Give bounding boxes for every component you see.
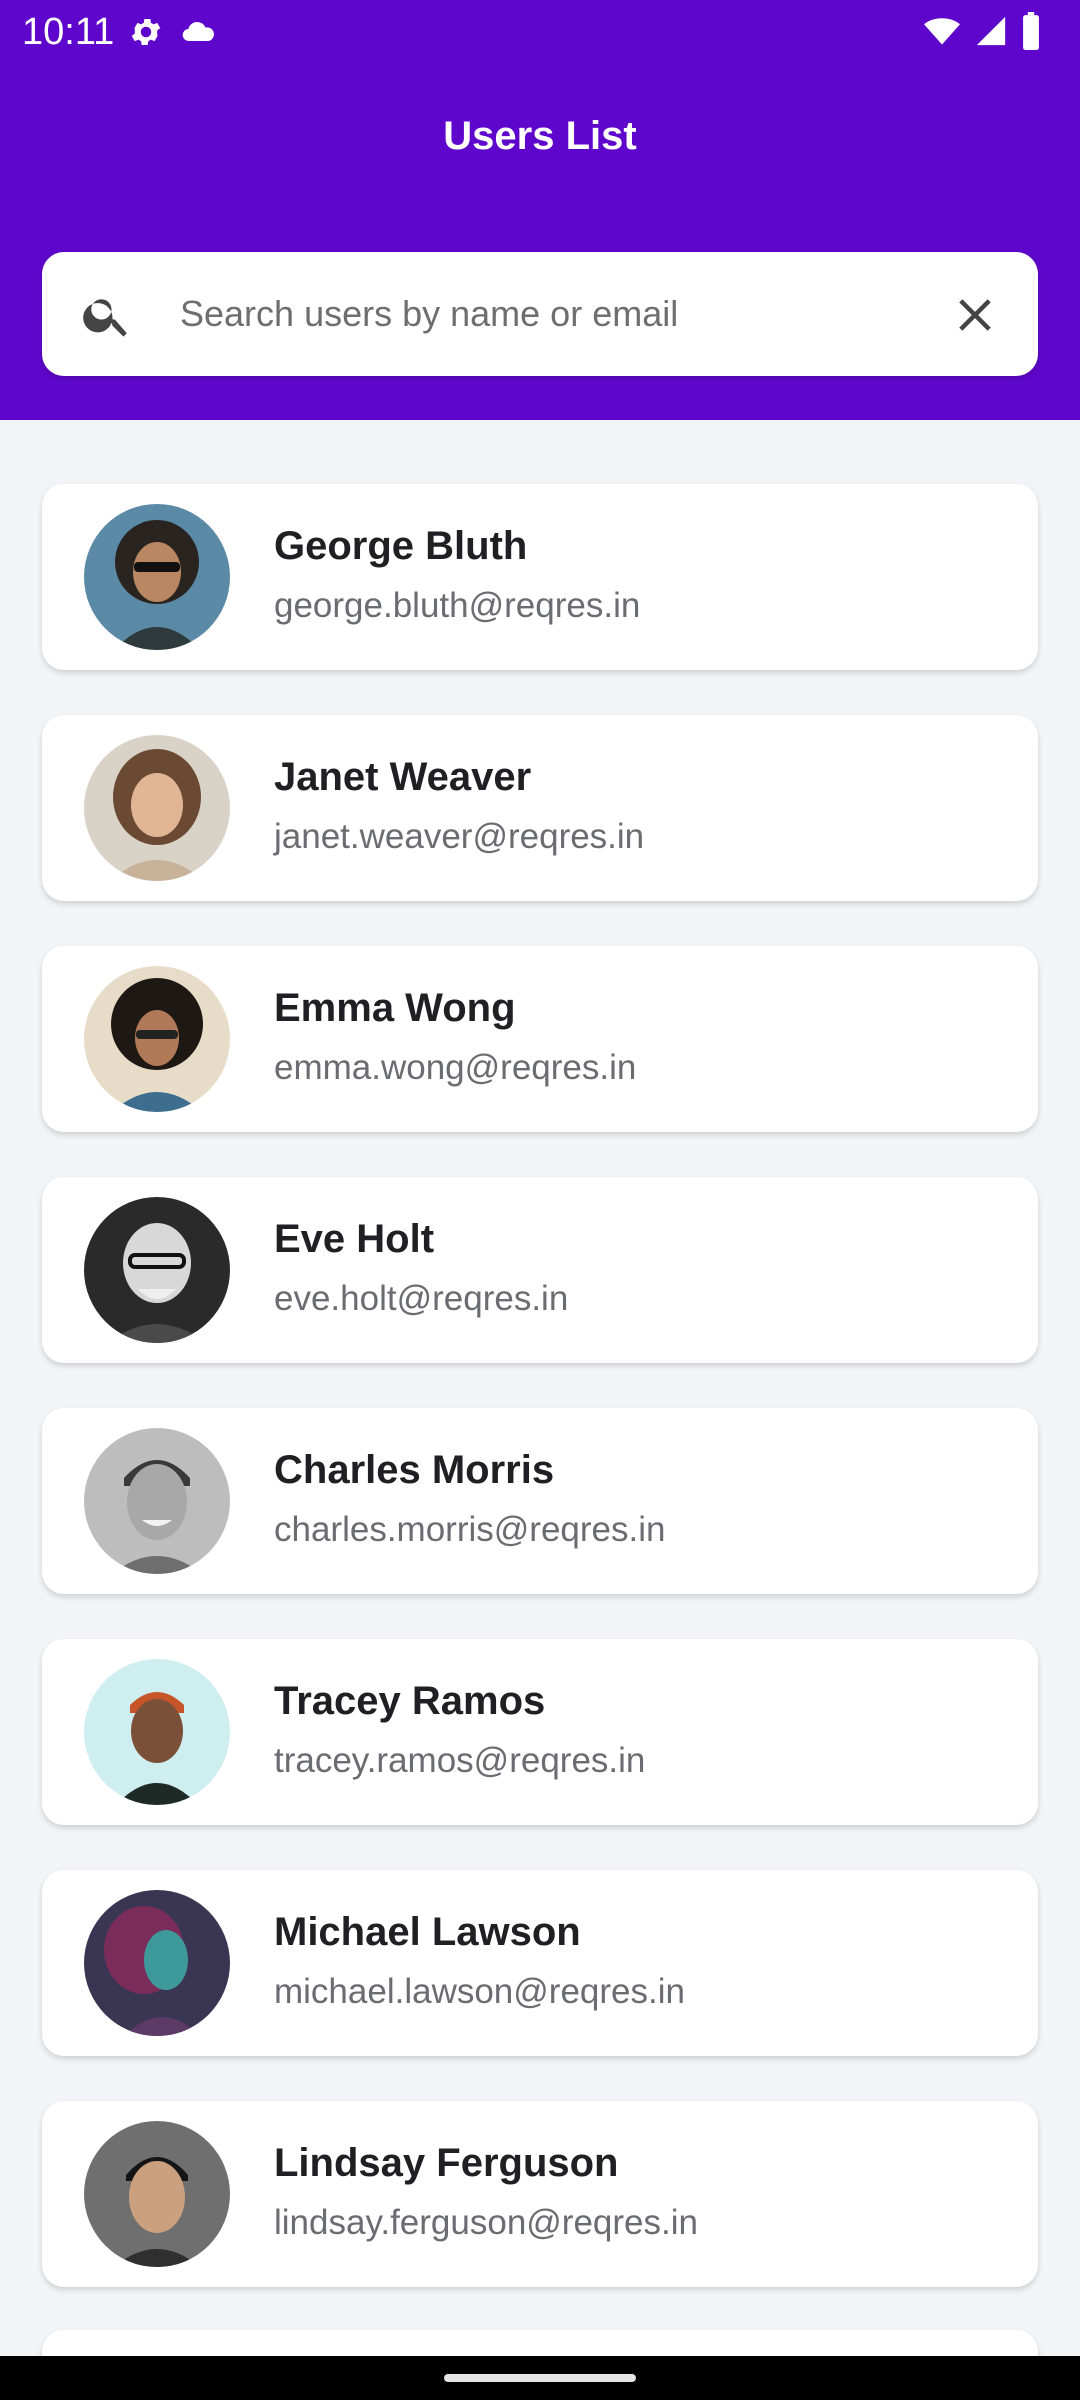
avatar (84, 1659, 230, 1805)
user-card[interactable]: Emma Wong emma.wong@reqres.in (42, 946, 1038, 1132)
avatar (84, 1890, 230, 2036)
cloud-icon (178, 14, 218, 55)
user-card[interactable]: Michael Lawson michael.lawson@reqres.in (42, 1870, 1038, 2056)
user-card[interactable]: Tracey Ramos tracey.ramos@reqres.in (42, 1639, 1038, 1825)
search-icon (80, 288, 134, 342)
user-name: Lindsay Ferguson (274, 2141, 619, 2185)
user-name: Janet Weaver (274, 755, 532, 799)
battery-icon (1020, 12, 1042, 55)
user-email: emma.wong@reqres.in (274, 1048, 637, 1087)
user-name: Emma Wong (274, 986, 516, 1030)
screen: 10:11 Users List Search users by name or… (0, 0, 1080, 2400)
user-card[interactable]: Janet Weaver janet.weaver@reqres.in (42, 715, 1038, 901)
user-email: charles.morris@reqres.in (274, 1510, 666, 1549)
user-card[interactable]: Eve Holt eve.holt@reqres.in (42, 1177, 1038, 1363)
user-name: Charles Morris (274, 1448, 555, 1492)
wifi-icon (922, 13, 962, 54)
avatar (84, 735, 230, 881)
user-email: lindsay.ferguson@reqres.in (274, 2203, 698, 2242)
app-header: 10:11 Users List (0, 0, 1080, 420)
avatar (84, 1197, 230, 1343)
status-time: 10:11 (22, 11, 115, 53)
search-bar[interactable] (42, 252, 1038, 376)
user-email: eve.holt@reqres.in (274, 1279, 569, 1318)
settings-icon (128, 14, 164, 55)
user-name: Eve Holt (274, 1217, 435, 1261)
user-card[interactable]: George Bluth george.bluth@reqres.in (42, 484, 1038, 670)
user-card[interactable]: Lindsay Ferguson lindsay.ferguson@reqres… (42, 2101, 1038, 2287)
user-name: Tracey Ramos (274, 1679, 546, 1723)
avatar (84, 2121, 230, 2267)
user-email: george.bluth@reqres.in (274, 586, 641, 625)
status-bar: 10:11 (0, 0, 1080, 64)
user-name: George Bluth (274, 524, 528, 568)
user-list: George Bluth george.bluth@reqres.in Jane… (42, 484, 1038, 2332)
user-name: Michael Lawson (274, 1910, 581, 1954)
user-email: michael.lawson@reqres.in (274, 1972, 685, 2011)
page-title: Users List (443, 114, 637, 158)
home-handle[interactable] (444, 2374, 636, 2382)
avatar (84, 504, 230, 650)
user-email: janet.weaver@reqres.in (274, 817, 645, 856)
signal-icon (974, 13, 1008, 54)
search-input[interactable] (180, 274, 940, 354)
navigation-bar (0, 2356, 1080, 2400)
user-card[interactable]: Charles Morris charles.morris@reqres.in (42, 1408, 1038, 1594)
user-email: tracey.ramos@reqres.in (274, 1741, 646, 1780)
close-icon[interactable] (948, 288, 1002, 342)
avatar (84, 966, 230, 1112)
avatar (84, 1428, 230, 1574)
